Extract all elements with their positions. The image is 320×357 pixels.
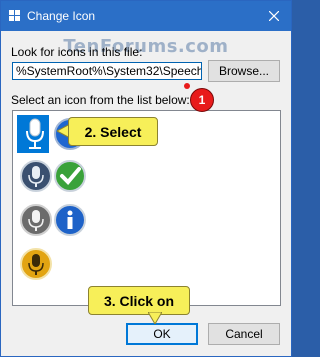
ok-button[interactable]: OK: [126, 323, 198, 345]
close-icon: [269, 11, 279, 21]
look-for-label: Look for icons in this file:: [11, 45, 143, 59]
close-button[interactable]: [257, 1, 291, 31]
step-1-badge: 1: [190, 88, 214, 112]
select-icon-label: Select an icon from the list below:: [11, 93, 190, 107]
file-path-input[interactable]: %SystemRoot%\System32\Speech\Sp: [12, 62, 202, 80]
app-icon: [9, 10, 20, 21]
microphone-gold-icon[interactable]: [19, 247, 53, 281]
microphone-icon[interactable]: [19, 117, 53, 151]
window-title: Change Icon: [27, 9, 96, 23]
microphone-dark-icon[interactable]: [19, 159, 53, 193]
step-2-callout: 2. Select: [68, 117, 158, 146]
cancel-button[interactable]: Cancel: [208, 323, 280, 345]
checkmark-icon[interactable]: [53, 159, 87, 193]
callout-pointer: [148, 312, 162, 324]
browse-button[interactable]: Browse...: [208, 60, 280, 82]
info-icon[interactable]: [53, 203, 87, 237]
title-bar: Change Icon: [1, 1, 291, 31]
step-3-callout: 3. Click on: [88, 286, 190, 315]
badge-pointer-dot: [184, 83, 190, 89]
microphone-gray-icon[interactable]: [19, 203, 53, 237]
